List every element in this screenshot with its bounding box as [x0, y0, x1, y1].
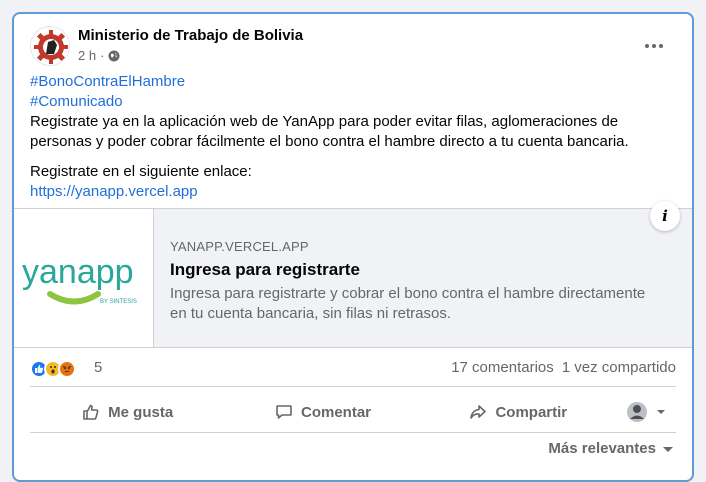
comments-count[interactable]: 17 comentarios [451, 359, 554, 376]
post-body: #BonoContraElHambre #Comunicado Registra… [30, 72, 676, 202]
action-bar: Me gusta Comentar Compartir [30, 394, 676, 430]
yanapp-logo-subtitle: BY SINTESIS [100, 299, 137, 305]
post-text: Registrate ya en la aplicación web de Ya… [30, 113, 629, 150]
page-name[interactable]: Ministerio de Trabajo de Bolivia [78, 27, 303, 44]
link-preview-domain: YANAPP.VERCEL.APP [170, 239, 309, 254]
like-button-label: Me gusta [108, 403, 174, 421]
hashtag-link[interactable]: #Comunicado [30, 92, 676, 112]
globe-icon [108, 50, 120, 61]
comment-icon [276, 405, 292, 419]
yanapp-logo: yanapp BY SINTESIS [22, 253, 137, 305]
info-icon[interactable]: i [650, 201, 680, 231]
post-time[interactable]: 2 h [78, 48, 96, 63]
comments-sort-label: Más relevantes [548, 440, 656, 457]
link-preview-text: YANAPP.VERCEL.APP Ingresa para registrar… [170, 239, 664, 324]
link-preview[interactable]: yanapp BY SINTESIS YANAPP.VERCEL.APP Ing… [14, 201, 692, 348]
angry-reaction-icon [58, 360, 76, 378]
share-button[interactable]: Compartir [421, 394, 616, 430]
ministry-logo-icon [32, 28, 69, 65]
page-avatar[interactable] [30, 26, 70, 66]
engagement-counts: 17 comentarios 1 vez compartido [451, 359, 676, 376]
hashtag-link[interactable]: #BonoContraElHambre [30, 72, 676, 92]
comments-sort-dropdown[interactable]: Más relevantes [548, 440, 674, 457]
chevron-down-icon [656, 410, 665, 414]
more-options-icon[interactable] [642, 36, 666, 56]
yanapp-logo-text: yanapp [22, 253, 134, 291]
share-button-label: Compartir [495, 403, 568, 421]
meta-separator: · [100, 48, 105, 63]
profile-avatar-icon [626, 402, 647, 422]
link-preview-description: Ingresa para registrarte y cobrar el bon… [170, 285, 646, 322]
divider [30, 386, 676, 387]
like-button[interactable]: Me gusta [30, 394, 225, 430]
post-header: Ministerio de Trabajo de Bolivia 2 h · [30, 26, 676, 70]
shares-count[interactable]: 1 vez compartido [562, 359, 676, 376]
divider [30, 432, 676, 433]
caret-down-icon [663, 446, 673, 452]
comment-button-label: Comentar [300, 403, 371, 421]
post-link-intro: Registrate en el siguiente enlace: [30, 163, 252, 180]
share-icon [470, 405, 487, 419]
reactions-summary: 5 17 comentarios 1 vez compartido [30, 358, 676, 380]
post-url-link[interactable]: https://yanapp.vercel.app [30, 182, 676, 202]
thumbs-up-icon [83, 404, 99, 420]
link-preview-title[interactable]: Ingresa para registrarte [170, 260, 664, 280]
post-meta: 2 h · [78, 48, 120, 63]
post-card: Ministerio de Trabajo de Bolivia 2 h · #… [12, 12, 694, 482]
reaction-icons[interactable] [30, 360, 76, 378]
link-preview-image[interactable]: yanapp BY SINTESIS [14, 209, 154, 347]
post-as-selector[interactable] [616, 394, 676, 430]
reaction-count[interactable]: 5 [94, 359, 102, 376]
comment-button[interactable]: Comentar [225, 394, 420, 430]
